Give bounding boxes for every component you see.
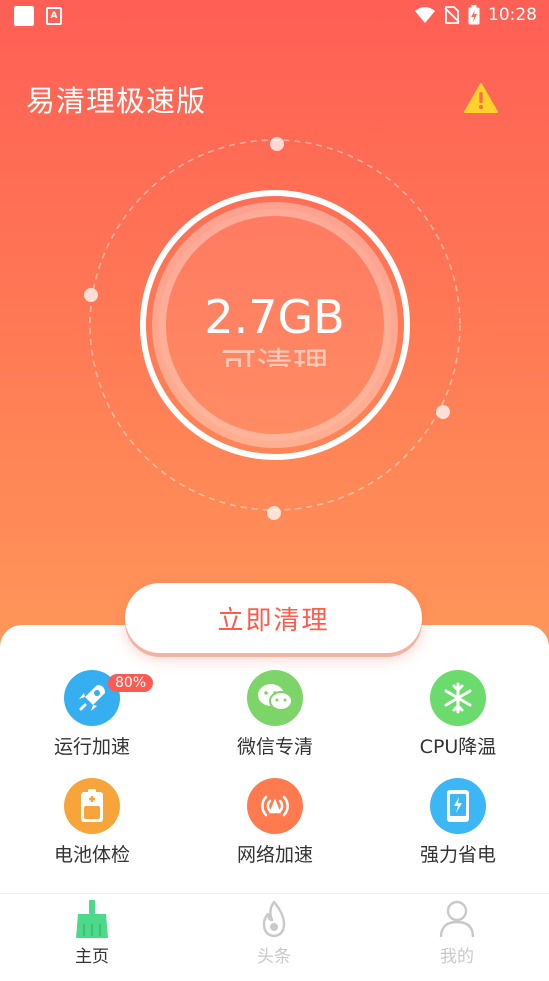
- wechat-icon: [247, 670, 303, 726]
- flame-icon: [262, 900, 286, 938]
- nav-tab-headlines[interactable]: 头条: [219, 900, 329, 967]
- nav-label-home: 主页: [75, 947, 109, 967]
- power-save-icon: [430, 778, 486, 834]
- feature-label: CPU降温: [419, 736, 497, 758]
- feature-wechat-clean[interactable]: 微信专清: [195, 670, 355, 759]
- no-sim-icon: [444, 6, 460, 24]
- nav-label-headlines: 头条: [257, 947, 291, 967]
- feature-power-save[interactable]: 强力省电: [378, 778, 538, 867]
- clean-now-button[interactable]: 立即清理: [125, 583, 422, 653]
- network-icon: [247, 778, 303, 834]
- bottom-nav: 主页 头条 我的: [0, 893, 549, 981]
- user-icon: [439, 900, 475, 938]
- status-bar: A 10:28: [0, 0, 549, 32]
- feature-cpu-cool[interactable]: CPU降温: [378, 670, 538, 759]
- nav-label-mine: 我的: [440, 947, 474, 967]
- feature-label: 网络加速: [236, 844, 313, 866]
- snowflake-icon: [430, 670, 486, 726]
- wifi-icon: [415, 7, 435, 23]
- feature-battery-check[interactable]: 电池体检: [12, 778, 172, 867]
- status-time: 10:28: [488, 5, 537, 25]
- nav-tab-mine[interactable]: 我的: [402, 900, 512, 967]
- feature-label: 运行加速: [53, 736, 130, 758]
- battery-charging-icon: [468, 5, 480, 25]
- storage-subtitle: 可清理: [220, 346, 329, 367]
- boost-badge: 80%: [108, 674, 154, 692]
- feature-run-boost[interactable]: 80% 运行加速: [12, 670, 172, 759]
- feature-network-boost[interactable]: 网络加速: [195, 778, 355, 867]
- warning-icon[interactable]: [464, 83, 498, 113]
- storage-value: 2.7GB: [204, 290, 345, 344]
- notification-app-icon: A: [46, 7, 62, 25]
- feature-label: 电池体检: [53, 844, 130, 866]
- rocket-icon: 80%: [64, 670, 154, 726]
- nav-tab-home[interactable]: 主页: [37, 900, 147, 967]
- feature-label: 微信专清: [236, 736, 313, 758]
- feature-label: 强力省电: [419, 844, 496, 866]
- app-title: 易清理极速版: [26, 84, 207, 118]
- notification-square-icon: [14, 6, 34, 26]
- broom-icon: [76, 900, 108, 938]
- battery-icon: [64, 778, 120, 834]
